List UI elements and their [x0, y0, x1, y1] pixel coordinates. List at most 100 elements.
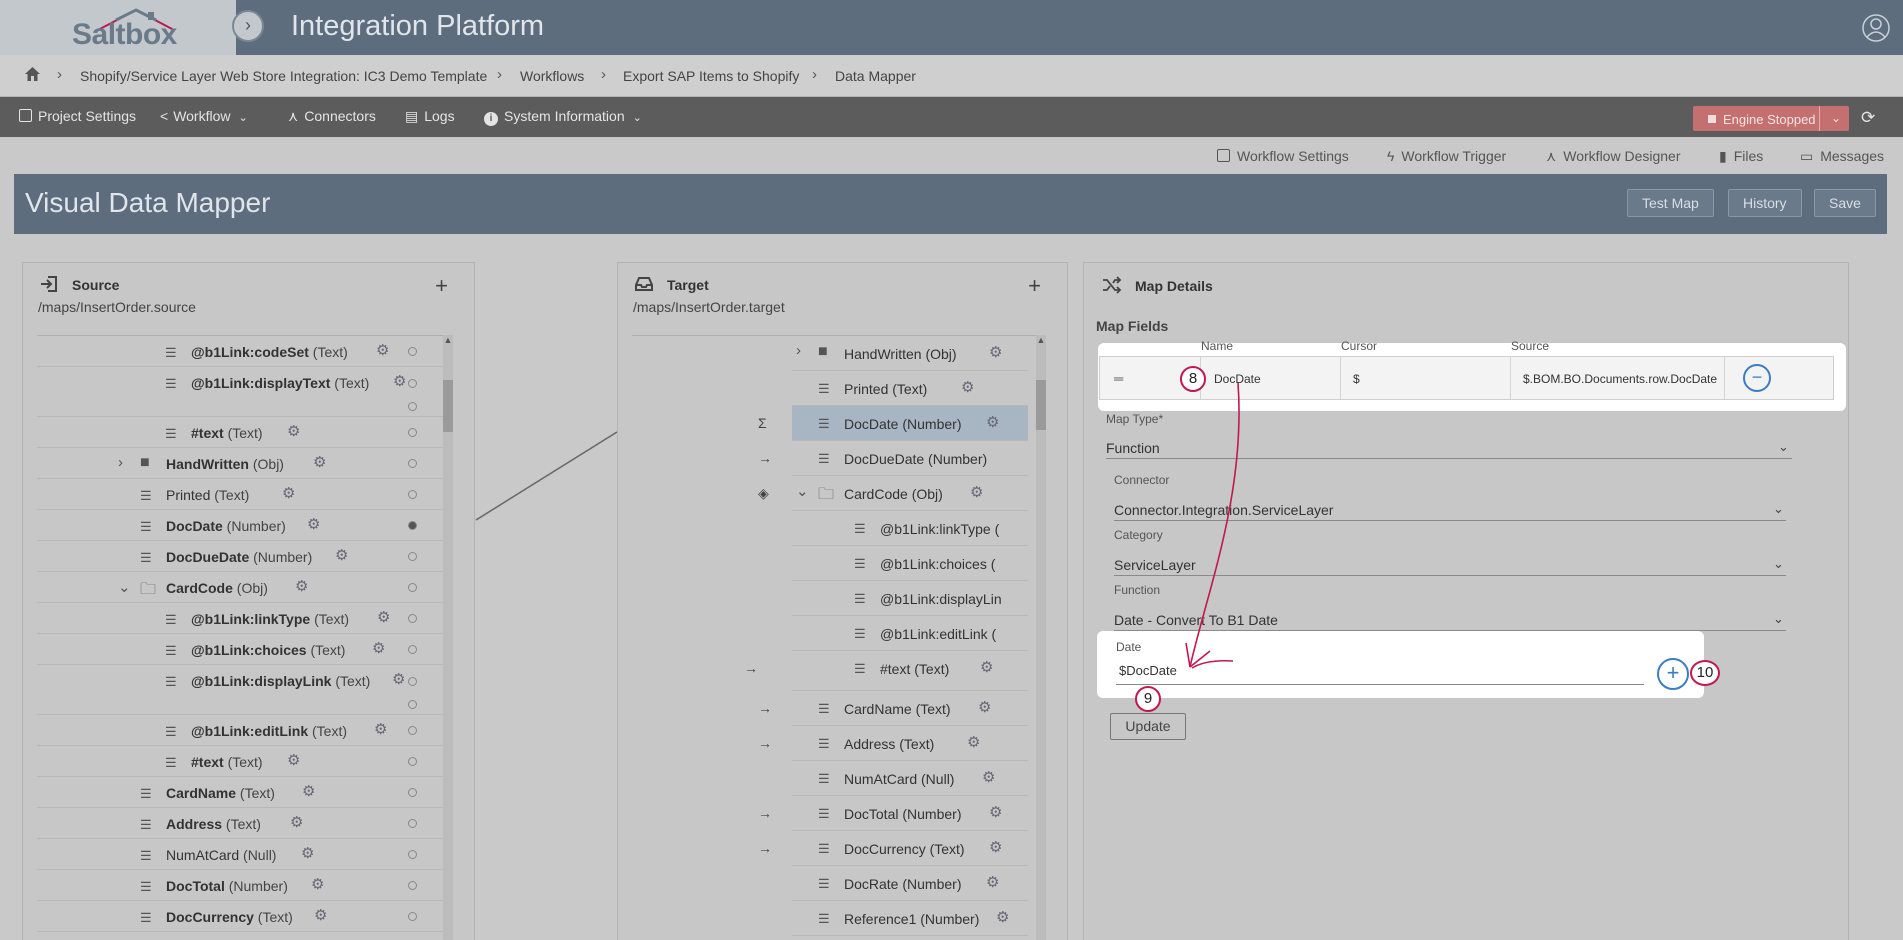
target-tree-row[interactable]: ☰ #text (Text) ⚙: [792, 651, 1028, 691]
home-icon[interactable]: [24, 66, 41, 82]
gear-icon[interactable]: ⚙: [290, 813, 303, 831]
add-source-button[interactable]: +: [435, 273, 448, 299]
gear-icon[interactable]: ⚙: [978, 698, 991, 716]
gear-icon[interactable]: ⚙: [986, 873, 999, 891]
chevron-down-icon[interactable]: ⌄: [1773, 556, 1784, 572]
chevron-right-icon[interactable]: ›: [118, 454, 123, 471]
breadcrumb-item-workflows[interactable]: Workflows: [520, 68, 584, 84]
source-tree-row[interactable]: ☰ @b1Link:editLink (Text) ⚙: [37, 715, 447, 746]
remove-field-button[interactable]: −: [1743, 364, 1771, 392]
source-tree-row[interactable]: ☰ Printed (Text) ⚙: [37, 479, 447, 510]
menu-connectors[interactable]: ⋏ Connectors: [288, 108, 376, 125]
target-tree-row[interactable]: ☰ Printed (Text) ⚙: [792, 371, 1028, 406]
chevron-down-icon[interactable]: ⌄: [1773, 611, 1784, 627]
test-map-button[interactable]: Test Map: [1627, 189, 1714, 217]
mapping-anchor[interactable]: [408, 912, 417, 921]
gear-icon[interactable]: ⚙: [335, 546, 348, 564]
target-tree-row[interactable]: ☰ DocDate (Number) ⚙: [792, 406, 1028, 441]
mapping-anchor[interactable]: [408, 677, 417, 686]
gear-icon[interactable]: ⚙: [287, 422, 300, 440]
mapping-anchor[interactable]: [408, 459, 417, 468]
target-tree-row[interactable]: ☰ DocTotal (Number) ⚙: [792, 796, 1028, 831]
target-scrollbar-thumb[interactable]: [1036, 380, 1046, 430]
target-tree[interactable]: › ■ HandWritten (Obj) ⚙ ☰ Printed (Text) ⚙ ☰ Doc…: [632, 335, 1042, 940]
source-tree-row[interactable]: ☰ DocCurrency (Text) ⚙: [37, 901, 447, 932]
workflow-settings-link[interactable]: Workflow Settings: [1217, 148, 1349, 164]
source-tree-row[interactable]: ☰ #text (Text) ⚙: [37, 417, 447, 448]
chevron-down-icon[interactable]: ⌄: [796, 482, 809, 500]
history-button[interactable]: History: [1728, 189, 1802, 217]
source-scrollbar-thumb[interactable]: [443, 380, 453, 432]
menu-logs[interactable]: ▤ Logs: [405, 108, 455, 125]
gear-icon[interactable]: ⚙: [980, 658, 993, 676]
breadcrumb-item-workflow[interactable]: Export SAP Items to Shopify: [623, 68, 799, 84]
gear-icon[interactable]: ⚙: [970, 483, 983, 501]
source-tree-row[interactable]: ☰ DocDate (Number) ⚙: [37, 510, 447, 541]
mapping-anchor[interactable]: [408, 552, 417, 561]
source-tree-row[interactable]: ☰ @b1Link:linkType (Text) ⚙: [37, 603, 447, 634]
target-tree-row[interactable]: ☰ @b1Link:editLink (: [792, 616, 1028, 651]
field-cursor-cell[interactable]: $: [1340, 357, 1510, 399]
source-tree-row[interactable]: › ■ HandWritten (Obj) ⚙: [37, 448, 447, 479]
source-tree-row[interactable]: ☰ @b1Link:choices (Text) ⚙: [37, 634, 447, 665]
gear-icon[interactable]: ⚙: [989, 343, 1002, 361]
source-tree-row[interactable]: ☰ DocDueDate (Number) ⚙: [37, 541, 447, 572]
mapping-anchor[interactable]: [408, 583, 417, 592]
target-tree-row[interactable]: ☰ DocRate (Number) ⚙: [792, 866, 1028, 901]
nav-toggle-button[interactable]: ›: [232, 10, 264, 42]
mapping-anchor[interactable]: [408, 788, 417, 797]
target-tree-row[interactable]: ⌄ 🗀 CardCode (Obj) ⚙: [792, 476, 1028, 511]
update-button[interactable]: Update: [1110, 713, 1186, 740]
source-tree-row[interactable]: ☰ Address (Text) ⚙: [37, 808, 447, 839]
gear-icon[interactable]: ⚙: [301, 844, 314, 862]
source-tree-row[interactable]: ⌄ 🗀 CardCode (Obj) ⚙: [37, 572, 447, 603]
gear-icon[interactable]: ⚙: [287, 751, 300, 769]
target-tree-row[interactable]: ☰ @b1Link:displayLin: [792, 581, 1028, 616]
mapping-anchor[interactable]: [408, 614, 417, 623]
target-tree-row[interactable]: ☰ Reference1 (Number) ⚙: [792, 901, 1028, 936]
gear-icon[interactable]: ⚙: [307, 515, 320, 533]
mapping-anchor[interactable]: [408, 700, 417, 709]
gear-icon[interactable]: ⚙: [295, 577, 308, 595]
add-parameter-button[interactable]: +: [1657, 658, 1689, 690]
mapping-anchor[interactable]: [408, 850, 417, 859]
map-type-select[interactable]: Function: [1106, 440, 1160, 456]
target-scrollbar[interactable]: ▲: [1036, 335, 1046, 940]
gear-icon[interactable]: ⚙: [961, 378, 974, 396]
menu-system-information[interactable]: i System Information ⌄: [484, 108, 642, 126]
gear-icon[interactable]: ⚙: [377, 608, 390, 626]
target-tree-row[interactable]: ☰ CardName (Text) ⚙: [792, 691, 1028, 726]
gear-icon[interactable]: ⚙: [989, 803, 1002, 821]
scroll-up-icon[interactable]: ▲: [1036, 335, 1046, 345]
gear-icon[interactable]: ⚙: [376, 341, 389, 359]
mapping-anchor[interactable]: [408, 521, 417, 530]
chevron-down-icon[interactable]: ⌄: [1831, 111, 1841, 125]
source-tree-row[interactable]: ☰ DocTotal (Number) ⚙: [37, 870, 447, 901]
gear-icon[interactable]: ⚙: [967, 733, 980, 751]
add-target-button[interactable]: +: [1028, 273, 1041, 299]
chevron-right-icon[interactable]: ›: [796, 342, 801, 359]
field-source-cell[interactable]: $.BOM.BO.Documents.row.DocDate: [1510, 357, 1724, 399]
mapping-anchor[interactable]: [408, 490, 417, 499]
mapping-anchor[interactable]: [408, 645, 417, 654]
chevron-down-icon[interactable]: ⌄: [1773, 501, 1784, 517]
chevron-down-icon[interactable]: ⌄: [1778, 439, 1789, 455]
gear-icon[interactable]: ⚙: [314, 906, 327, 924]
source-tree-row[interactable]: ☰ @b1Link:displayText (Text) ⚙: [37, 367, 447, 417]
target-tree-row[interactable]: ☰ Address (Text) ⚙: [792, 726, 1028, 761]
gear-icon[interactable]: ⚙: [392, 670, 405, 688]
mapping-anchor[interactable]: [408, 726, 417, 735]
source-tree-row[interactable]: ☰ @b1Link:displayLink (Text) ⚙: [37, 665, 447, 715]
gear-icon[interactable]: ⚙: [302, 782, 315, 800]
gear-icon[interactable]: ⚙: [996, 908, 1009, 926]
mapping-anchor[interactable]: [408, 347, 417, 356]
user-icon[interactable]: [1861, 13, 1891, 43]
files-link[interactable]: ▮ Files: [1719, 148, 1763, 165]
source-tree-row[interactable]: ☰ @b1Link:codeSet (Text) ⚙: [37, 336, 447, 367]
mapping-anchor[interactable]: [408, 428, 417, 437]
gear-icon[interactable]: ⚙: [311, 875, 324, 893]
mapping-anchor[interactable]: [408, 379, 417, 388]
menu-project-settings[interactable]: Project Settings: [19, 108, 136, 124]
mapping-anchor[interactable]: [408, 881, 417, 890]
breadcrumb-item-project[interactable]: Shopify/Service Layer Web Store Integrat…: [80, 68, 487, 84]
